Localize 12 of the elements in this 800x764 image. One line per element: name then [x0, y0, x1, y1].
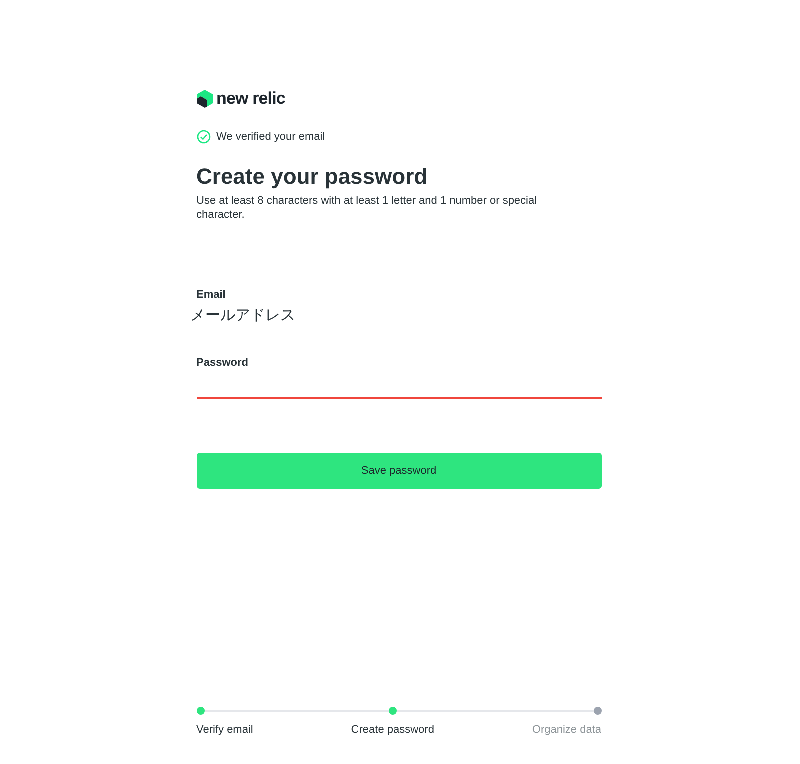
password-requirements: Use at least 8 characters with at least 1 letter and 1 number or special character. — [196, 194, 538, 222]
step-label: Organize data — [532, 722, 602, 738]
verified-message: We verified your email — [216, 130, 326, 144]
logo-text: new relic — [216, 88, 286, 110]
step-label: Verify email — [196, 722, 254, 738]
save-password-button[interactable]: Save password — [196, 453, 602, 489]
email-value: メールアドレス — [190, 306, 296, 326]
step-label: Create password — [351, 722, 434, 738]
logo-icon — [196, 90, 212, 108]
password-label: Password — [196, 356, 250, 370]
page-title: Create your password — [196, 163, 429, 190]
email-label: Email — [196, 288, 227, 302]
